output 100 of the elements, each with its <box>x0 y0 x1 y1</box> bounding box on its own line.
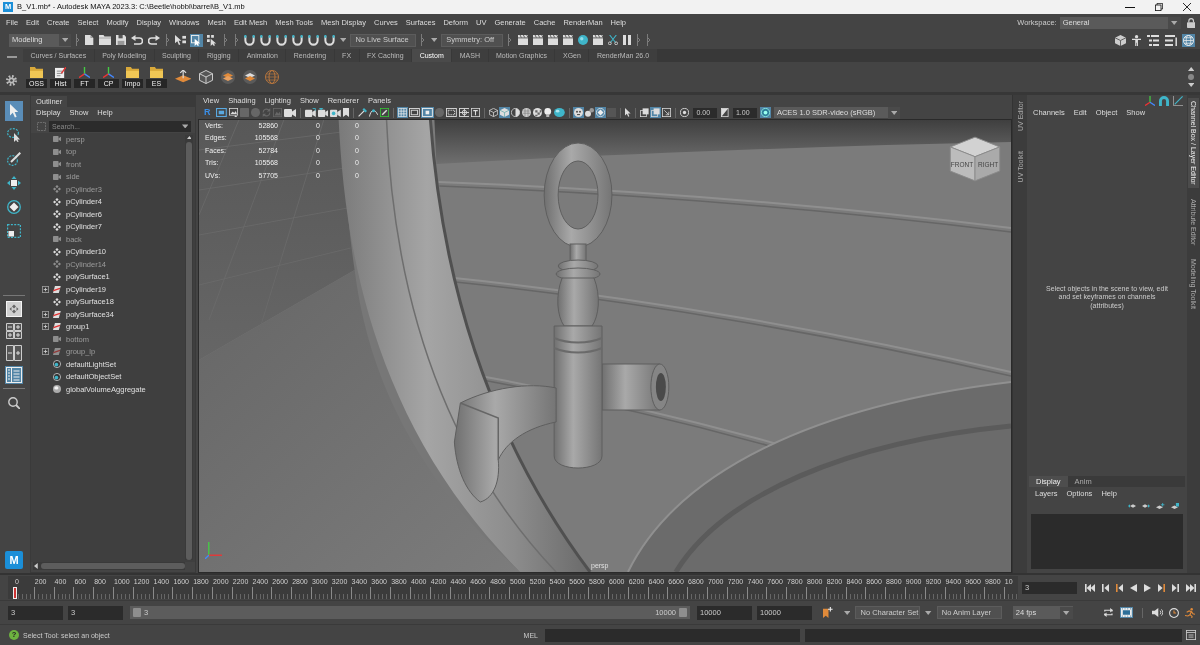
camera-icon[interactable] <box>329 107 343 118</box>
lock-icon[interactable] <box>1186 17 1195 28</box>
contrast-icon[interactable] <box>720 107 730 118</box>
cube-icon[interactable] <box>499 107 511 118</box>
text-frame-icon[interactable] <box>470 107 482 118</box>
aperture-icon[interactable] <box>679 107 691 118</box>
scrollbar-thumb[interactable] <box>186 142 192 560</box>
magnet-icon[interactable] <box>275 33 288 47</box>
expand-icon[interactable] <box>42 323 49 331</box>
caret-icon[interactable] <box>179 120 191 132</box>
caret-icon[interactable] <box>925 610 932 615</box>
four-panes-icon[interactable] <box>5 322 23 340</box>
clapperboard-icon[interactable] <box>516 34 529 46</box>
grid-icon[interactable] <box>397 107 409 118</box>
axes-icon[interactable] <box>1145 96 1155 106</box>
plane-icon[interactable] <box>175 70 192 84</box>
layer-arrow-icon[interactable] <box>1128 503 1137 509</box>
collapse-handle-icon[interactable] <box>165 34 170 46</box>
scroll-up-icon[interactable] <box>186 136 192 139</box>
caret-icon[interactable] <box>339 37 348 43</box>
overlapping-squares-icon[interactable] <box>650 107 662 118</box>
magnet-icon[interactable] <box>323 33 336 47</box>
cursor-icon[interactable] <box>4 101 24 121</box>
close-icon[interactable] <box>1183 3 1191 11</box>
layer-plus-icon[interactable] <box>1156 502 1165 510</box>
person-icon[interactable] <box>1130 33 1142 47</box>
collapse-handle-icon[interactable] <box>508 34 512 46</box>
list-icon[interactable] <box>1164 33 1178 47</box>
restore-icon[interactable] <box>1155 3 1163 11</box>
collapse-handle-icon[interactable] <box>234 34 238 46</box>
scrollbar[interactable] <box>33 562 185 570</box>
camera-icon[interactable] <box>282 107 297 118</box>
clock-icon[interactable] <box>1169 607 1179 618</box>
camera-icon[interactable] <box>316 107 330 118</box>
search-icon[interactable] <box>8 397 20 409</box>
camera-icon[interactable] <box>303 107 317 118</box>
skip-to-start-icon[interactable] <box>1085 583 1095 592</box>
single-pane-icon[interactable] <box>5 300 23 318</box>
wireframe-cube-icon[interactable] <box>488 107 500 118</box>
cursor-hierarchy-icon[interactable] <box>174 33 188 47</box>
two-panes-icon[interactable] <box>5 344 23 362</box>
cube-icon[interactable] <box>1113 33 1127 47</box>
step-forward-icon[interactable] <box>1172 583 1179 592</box>
clapperboard-icon[interactable] <box>561 34 574 46</box>
line-graph-icon[interactable] <box>1173 96 1183 106</box>
film-frame-icon[interactable] <box>215 107 228 118</box>
view-cube[interactable] <box>949 136 1001 182</box>
expand-icon[interactable] <box>42 348 49 356</box>
pause-icon[interactable] <box>621 34 632 46</box>
collapse-handle-icon[interactable] <box>224 34 228 46</box>
pencil-icon[interactable] <box>379 107 391 118</box>
scroll-up-icon[interactable] <box>1187 67 1194 71</box>
curve-icon[interactable] <box>368 107 380 118</box>
magnet-icon[interactable] <box>291 33 304 47</box>
tag-plus-icon[interactable] <box>823 607 834 618</box>
app-logo[interactable]: M <box>5 551 23 569</box>
two-spheres-icon[interactable] <box>583 107 595 118</box>
crosshair-frame-icon[interactable] <box>457 107 471 118</box>
redo-icon[interactable] <box>146 34 161 46</box>
command-result-field[interactable] <box>805 628 1182 642</box>
magnet-icon[interactable] <box>307 33 320 47</box>
image-icon[interactable] <box>227 107 239 118</box>
cursor-square-icon[interactable] <box>190 33 204 47</box>
caret-icon[interactable] <box>844 610 851 615</box>
speaker-icon[interactable] <box>1152 608 1163 617</box>
collapse-handle-icon[interactable] <box>636 34 641 46</box>
frame-icon[interactable] <box>421 107 434 118</box>
slider-handle[interactable] <box>679 608 687 617</box>
play-icon[interactable] <box>1144 583 1151 592</box>
scroll-down-icon[interactable] <box>1187 83 1194 87</box>
skip-to-end-icon[interactable] <box>1186 583 1196 592</box>
clapperboard-icon[interactable] <box>546 34 559 46</box>
collapse-handle-icon[interactable] <box>647 34 651 46</box>
expand-icon[interactable] <box>42 310 49 318</box>
step-back-icon[interactable] <box>1102 583 1109 592</box>
clapperboard-icon[interactable] <box>531 34 544 46</box>
clapperboard-icon[interactable] <box>591 34 604 46</box>
diamond-circle-icon[interactable] <box>594 107 606 118</box>
arrow-square-icon[interactable] <box>661 107 673 118</box>
current-time-marker[interactable] <box>13 587 18 599</box>
layer-plus-icon[interactable] <box>1170 502 1179 510</box>
magnet-icon[interactable] <box>243 33 256 47</box>
loop-icon[interactable] <box>1101 607 1115 618</box>
scissors-icon[interactable] <box>606 34 619 46</box>
undo-icon[interactable] <box>129 34 144 46</box>
film-strip-icon[interactable] <box>1120 607 1134 618</box>
step-back-icon[interactable] <box>1116 583 1123 592</box>
outliner-pane-icon[interactable] <box>5 366 23 384</box>
sphere-icon[interactable] <box>552 107 566 118</box>
wireframe-cube-icon[interactable] <box>199 70 214 84</box>
layer-arrow-icon[interactable] <box>1142 503 1151 509</box>
time-slider[interactable] <box>8 576 1018 599</box>
cursor-icon[interactable] <box>623 107 633 118</box>
textured-sphere-icon[interactable] <box>521 107 533 118</box>
slider-handle[interactable] <box>133 608 141 617</box>
caret-icon[interactable] <box>429 37 439 43</box>
color-wheel-icon[interactable] <box>759 107 771 118</box>
mask-icon[interactable] <box>572 107 584 118</box>
scrollbar[interactable] <box>185 135 193 560</box>
overlapping-squares-icon[interactable] <box>639 107 651 118</box>
